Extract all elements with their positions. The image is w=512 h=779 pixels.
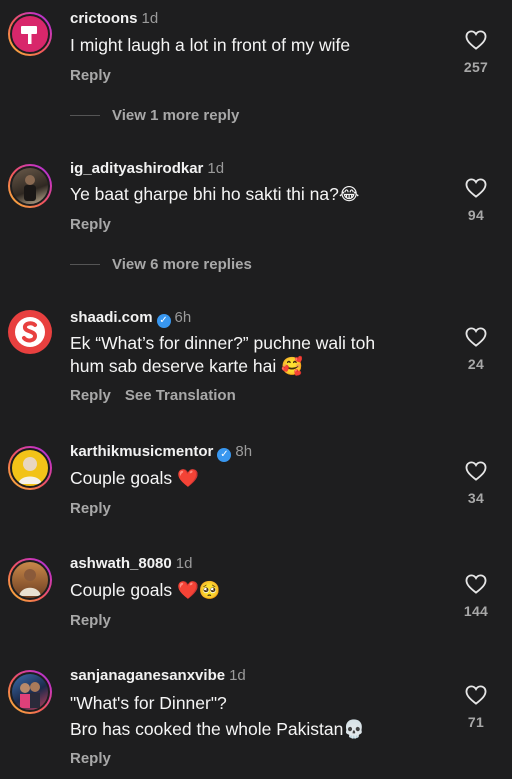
like-count: 24 (467, 356, 485, 372)
hammer-logo-icon (10, 14, 50, 54)
view-more-replies[interactable]: View 1 more reply (70, 107, 239, 124)
comment-text-line: "What's for Dinner"? (70, 693, 227, 713)
like-control: 94 (452, 178, 500, 223)
verified-badge-icon: ✓ (217, 448, 232, 462)
reply-button[interactable]: Reply (70, 612, 111, 629)
username[interactable]: sanjanaganesanxvibe (70, 667, 225, 684)
comment-text: I might laugh a lot in front of my wife (70, 35, 351, 55)
heart-outline-icon[interactable] (465, 461, 487, 481)
reply-button[interactable]: Reply (70, 387, 111, 404)
comment-text: "What's for Dinner"? Bro has cooked the … (70, 690, 440, 742)
like-count: 144 (463, 603, 489, 619)
comment-header: ig_adityashirodkar 1d (70, 160, 224, 178)
comment-text-line: hum sab deserve karte hai 🥰 (70, 356, 303, 376)
verified-badge-icon: ✓ (156, 314, 171, 328)
like-count: 71 (467, 714, 485, 730)
avatar[interactable] (8, 12, 52, 56)
heart-outline-icon[interactable] (465, 327, 487, 347)
comment-text: Couple goals ❤️ (70, 468, 199, 488)
profile-photo (10, 166, 50, 206)
reply-button[interactable]: Reply (70, 500, 111, 517)
comment-header: crictoons 1d (70, 10, 158, 28)
avatar[interactable] (8, 558, 52, 602)
like-control: 34 (452, 461, 500, 506)
heart-outline-icon[interactable] (465, 30, 487, 50)
heart-outline-icon[interactable] (465, 685, 487, 705)
comment-text-line: Bro has cooked the whole Pakistan💀 (70, 719, 366, 739)
profile-photo (10, 448, 50, 488)
heart-outline-icon[interactable] (465, 178, 487, 198)
divider (70, 264, 100, 265)
comment-text-line: Ek “What’s for dinner?” puchne wali toh (70, 333, 376, 353)
comment-actions: Reply (70, 216, 111, 234)
view-more-replies-label: View 6 more replies (112, 256, 252, 273)
username[interactable]: shaadi.com (70, 309, 153, 326)
username[interactable]: ashwath_8080 (70, 555, 172, 572)
see-translation-button[interactable]: See Translation (125, 387, 236, 404)
comment-text: Couple goals ❤️🥺 (70, 580, 221, 600)
divider (70, 115, 100, 116)
username[interactable]: crictoons (70, 10, 138, 27)
avatar[interactable] (8, 446, 52, 490)
timestamp: 1d (207, 160, 225, 177)
username[interactable]: ig_adityashirodkar (70, 160, 203, 177)
comment-actions: Reply See Translation (70, 387, 236, 405)
timestamp: 6h (174, 309, 192, 326)
like-count: 94 (467, 207, 485, 223)
avatar[interactable] (8, 670, 52, 714)
like-control: 257 (452, 30, 500, 75)
timestamp: 8h (235, 443, 253, 460)
shaadi-logo-icon (8, 310, 52, 354)
timestamp: 1d (175, 555, 193, 572)
comment-actions: Reply (70, 612, 111, 630)
comment-actions: Reply (70, 500, 111, 518)
comment-header: karthikmusicmentor ✓ 8h (70, 443, 252, 462)
comment-actions: Reply (70, 67, 111, 85)
comment-actions: Reply (70, 750, 111, 768)
avatar[interactable] (8, 164, 52, 208)
timestamp: 1d (229, 667, 246, 684)
heart-outline-icon[interactable] (465, 574, 487, 594)
view-more-replies-label: View 1 more reply (112, 107, 240, 124)
comment-header: ashwath_8080 1d (70, 555, 192, 573)
like-count: 34 (467, 490, 485, 506)
reply-button[interactable]: Reply (70, 216, 111, 233)
like-control: 71 (452, 685, 500, 730)
profile-photo (10, 560, 50, 600)
username[interactable]: karthikmusicmentor (70, 443, 213, 460)
avatar[interactable] (8, 310, 52, 354)
view-more-replies[interactable]: View 6 more replies (70, 256, 252, 273)
comment-header: sanjanaganesanxvibe 1d (70, 667, 246, 685)
comment-text: Ek “What’s for dinner?” puchne wali toh … (70, 332, 440, 378)
like-control: 144 (452, 574, 500, 619)
reply-button[interactable]: Reply (70, 750, 111, 767)
profile-photo (10, 672, 50, 712)
like-control: 24 (452, 327, 500, 372)
comment-header: shaadi.com ✓ 6h (70, 309, 191, 328)
comment-text: Ye baat gharpe bhi ho sakti thi na?😂 (70, 184, 360, 204)
reply-button[interactable]: Reply (70, 67, 111, 84)
timestamp: 1d (141, 10, 159, 27)
like-count: 257 (463, 59, 489, 75)
